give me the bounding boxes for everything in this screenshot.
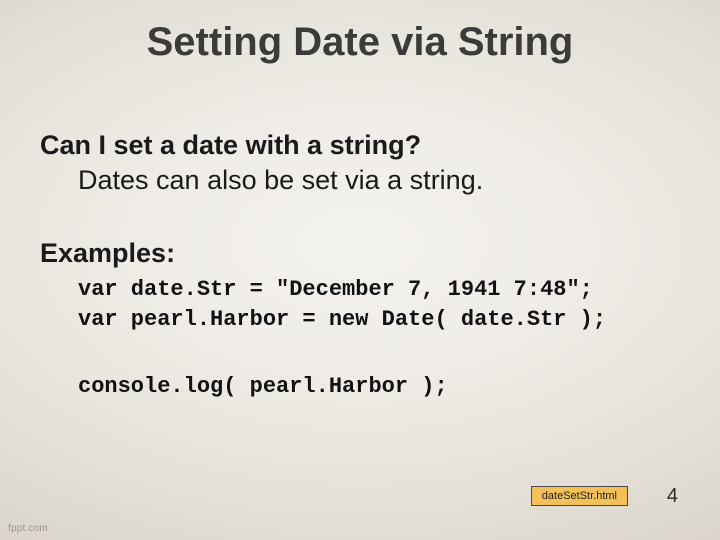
answer-text: Dates can also be set via a string. [78, 165, 680, 196]
examples-label: Examples: [40, 238, 680, 269]
slide-title: Setting Date via String [0, 20, 720, 65]
file-badge: dateSetStr.html [531, 486, 628, 506]
code-line: var pearl.Harbor = new Date( date.Str ); [78, 307, 606, 332]
question-text: Can I set a date with a string? [40, 130, 680, 161]
slide: Setting Date via String Can I set a date… [0, 0, 720, 540]
watermark: fppt.com [8, 523, 48, 534]
code-block-2: console.log( pearl.Harbor ); [78, 372, 680, 402]
code-line: var date.Str = "December 7, 1941 7:48"; [78, 277, 593, 302]
code-block-1: var date.Str = "December 7, 1941 7:48"; … [78, 275, 680, 334]
code-line: console.log( pearl.Harbor ); [78, 374, 448, 399]
slide-content: Can I set a date with a string? Dates ca… [40, 130, 680, 402]
page-number: 4 [667, 485, 678, 508]
